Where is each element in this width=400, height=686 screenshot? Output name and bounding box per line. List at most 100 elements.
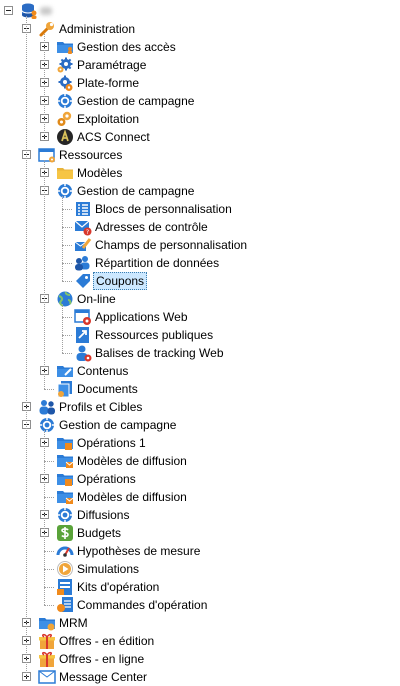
tree-node-label[interactable]: Répartition de données: [93, 254, 221, 272]
tree-node-label[interactable]: Adresses de contrôle: [93, 218, 210, 236]
tree-node-commandes-d-operation[interactable]: Commandes d'opération: [0, 596, 400, 614]
tree-node-offres-en-ligne[interactable]: Offres - en ligne: [0, 650, 400, 668]
tree-node-documents[interactable]: Documents: [0, 380, 400, 398]
tree-connector: [62, 353, 72, 354]
navigation-tree: Administration Gestion des accès Paramétra…: [0, 0, 400, 684]
tree-node-profils-et-cibles[interactable]: Profils et Cibles: [0, 398, 400, 416]
tree-node-offres-en-edition[interactable]: Offres - en édition: [0, 632, 400, 650]
tree-node-gestion-de-campagne[interactable]: Gestion de campagne: [0, 182, 400, 200]
tree-node-label[interactable]: Documents: [75, 380, 140, 398]
tree-node-label[interactable]: Coupons: [93, 272, 148, 290]
tree-node-champs-de-personnalisation[interactable]: Champs de personnalisation: [0, 236, 400, 254]
campaign-wheel-icon: [56, 92, 74, 110]
tree-node-gestion-de-campagne[interactable]: Gestion de campagne: [0, 416, 400, 434]
tree-node-gestion-des-acces[interactable]: Gestion des accès: [0, 38, 400, 56]
tree-node-exploitation[interactable]: Exploitation: [0, 110, 400, 128]
operations-folder-icon: [56, 434, 74, 452]
tracking-user-icon: [74, 344, 92, 362]
tree-node-label[interactable]: Balises de tracking Web: [93, 344, 226, 362]
tree-node-label[interactable]: Plate-forme: [75, 74, 141, 92]
users-split-icon: [74, 254, 92, 272]
message-center-icon: [38, 668, 56, 686]
tree-node-label[interactable]: Applications Web: [93, 308, 190, 326]
tree-connector: [62, 304, 63, 353]
tree-node-label[interactable]: Simulations: [75, 560, 141, 578]
collapse-toggle[interactable]: [4, 6, 13, 15]
tree-connector: [44, 389, 54, 390]
tree-node-label[interactable]: Profils et Cibles: [57, 398, 144, 416]
tree-node-label[interactable]: Gestion des accès: [75, 38, 178, 56]
delivery-template-icon: [56, 452, 74, 470]
tree-node-label[interactable]: Modèles: [75, 164, 124, 182]
tree-node-modeles-de-diffusion[interactable]: Modèles de diffusion: [0, 488, 400, 506]
tree-node-adresses-de-controle[interactable]: ? Adresses de contrôle: [0, 218, 400, 236]
tree-node-label[interactable]: Offres - en ligne: [57, 650, 146, 668]
tree-node-repartition-de-donnees[interactable]: Répartition de données: [0, 254, 400, 272]
tree-node-gestion-de-campagne[interactable]: Gestion de campagne: [0, 92, 400, 110]
campaign-wheel-icon: [56, 182, 74, 200]
tree-node-budgets[interactable]: Budgets: [0, 524, 400, 542]
tree-node-label[interactable]: Ressources publiques: [93, 326, 215, 344]
tree-node-hypotheses-de-mesure[interactable]: Hypothèses de mesure: [0, 542, 400, 560]
tree-node-mrm[interactable]: MRM: [0, 614, 400, 632]
operation-order-icon: [56, 596, 74, 614]
tree-connector: [44, 605, 54, 606]
coupon-tag-icon: [74, 272, 92, 290]
resources-folder-icon: [38, 146, 56, 164]
tree-node-diffusions[interactable]: Diffusions: [0, 506, 400, 524]
offers-gift-icon: [38, 650, 56, 668]
tree-node-label[interactable]: Gestion de campagne: [75, 182, 196, 200]
tree-root[interactable]: [0, 2, 400, 20]
tree-node-label[interactable]: Administration: [57, 20, 137, 38]
tree-node-operations[interactable]: Opérations: [0, 470, 400, 488]
tree-node-plate-forme[interactable]: Plate-forme: [0, 74, 400, 92]
tree-node-label[interactable]: Paramétrage: [75, 56, 148, 74]
tree-node-label[interactable]: Commandes d'opération: [75, 596, 209, 614]
tree-node-label[interactable]: Exploitation: [75, 110, 141, 128]
tree-node-message-center[interactable]: Message Center: [0, 668, 400, 686]
tree-node-modeles-de-diffusion[interactable]: Modèles de diffusion: [0, 452, 400, 470]
tree-connector: [44, 569, 54, 570]
tree-node-simulations[interactable]: Simulations: [0, 560, 400, 578]
tree-connector: [44, 587, 54, 588]
tree-node-applications-web[interactable]: Applications Web: [0, 308, 400, 326]
tree-node-label[interactable]: Gestion de campagne: [75, 92, 196, 110]
tree-node-label[interactable]: Opérations 1: [75, 434, 148, 452]
delivery-template-icon: [56, 488, 74, 506]
tree-connector: [62, 196, 63, 281]
tree-node-label[interactable]: ACS Connect: [75, 128, 152, 146]
tree-node-coupons[interactable]: Coupons: [0, 272, 400, 290]
tree-node-label[interactable]: Hypothèses de mesure: [75, 542, 202, 560]
tree-node-kits-d-operation[interactable]: Kits d'opération: [0, 578, 400, 596]
tree-node-label[interactable]: Gestion de campagne: [57, 416, 178, 434]
tree-node-administration[interactable]: Administration: [0, 20, 400, 38]
tree-node-label[interactable]: Offres - en édition: [57, 632, 156, 650]
tree-node-label[interactable]: On-line: [75, 290, 118, 308]
mrm-folder-icon: [38, 614, 56, 632]
globe-icon: [56, 290, 74, 308]
tree-node-label[interactable]: Modèles de diffusion: [75, 488, 189, 506]
tree-node-label[interactable]: Message Center: [57, 668, 149, 686]
tree-node-operations-1[interactable]: Opérations 1: [0, 434, 400, 452]
tree-node-label[interactable]: Modèles de diffusion: [75, 452, 189, 470]
tree-node-label[interactable]: Diffusions: [75, 506, 131, 524]
tree-node-blocs-de-personnalisation[interactable]: Blocs de personnalisation: [0, 200, 400, 218]
tree-node-acs-connect[interactable]: ACS Connect: [0, 128, 400, 146]
tree-node-label[interactable]: Ressources: [57, 146, 124, 164]
tree-node-label[interactable]: Budgets: [75, 524, 123, 542]
tree-node-contenus[interactable]: Contenus: [0, 362, 400, 380]
tree-node-ressources-publiques[interactable]: Ressources publiques: [0, 326, 400, 344]
tree-node-modeles[interactable]: Modèles: [0, 164, 400, 182]
tree-node-label[interactable]: Contenus: [75, 362, 130, 380]
tree-node-balises-de-tracking-web[interactable]: Balises de tracking Web: [0, 344, 400, 362]
tree-node-on-line[interactable]: On-line: [0, 290, 400, 308]
tree-connector: [44, 160, 45, 389]
tree-node-label[interactable]: Blocs de personnalisation: [93, 200, 234, 218]
tree-node-label[interactable]: Champs de personnalisation: [93, 236, 249, 254]
tree-node-ressources[interactable]: Ressources: [0, 146, 400, 164]
tree-node-label[interactable]: MRM: [57, 614, 90, 632]
blocks-list-icon: [74, 200, 92, 218]
tree-node-parametrage[interactable]: Paramétrage: [0, 56, 400, 74]
tree-node-label[interactable]: Kits d'opération: [75, 578, 161, 596]
tree-node-label[interactable]: Opérations: [75, 470, 138, 488]
